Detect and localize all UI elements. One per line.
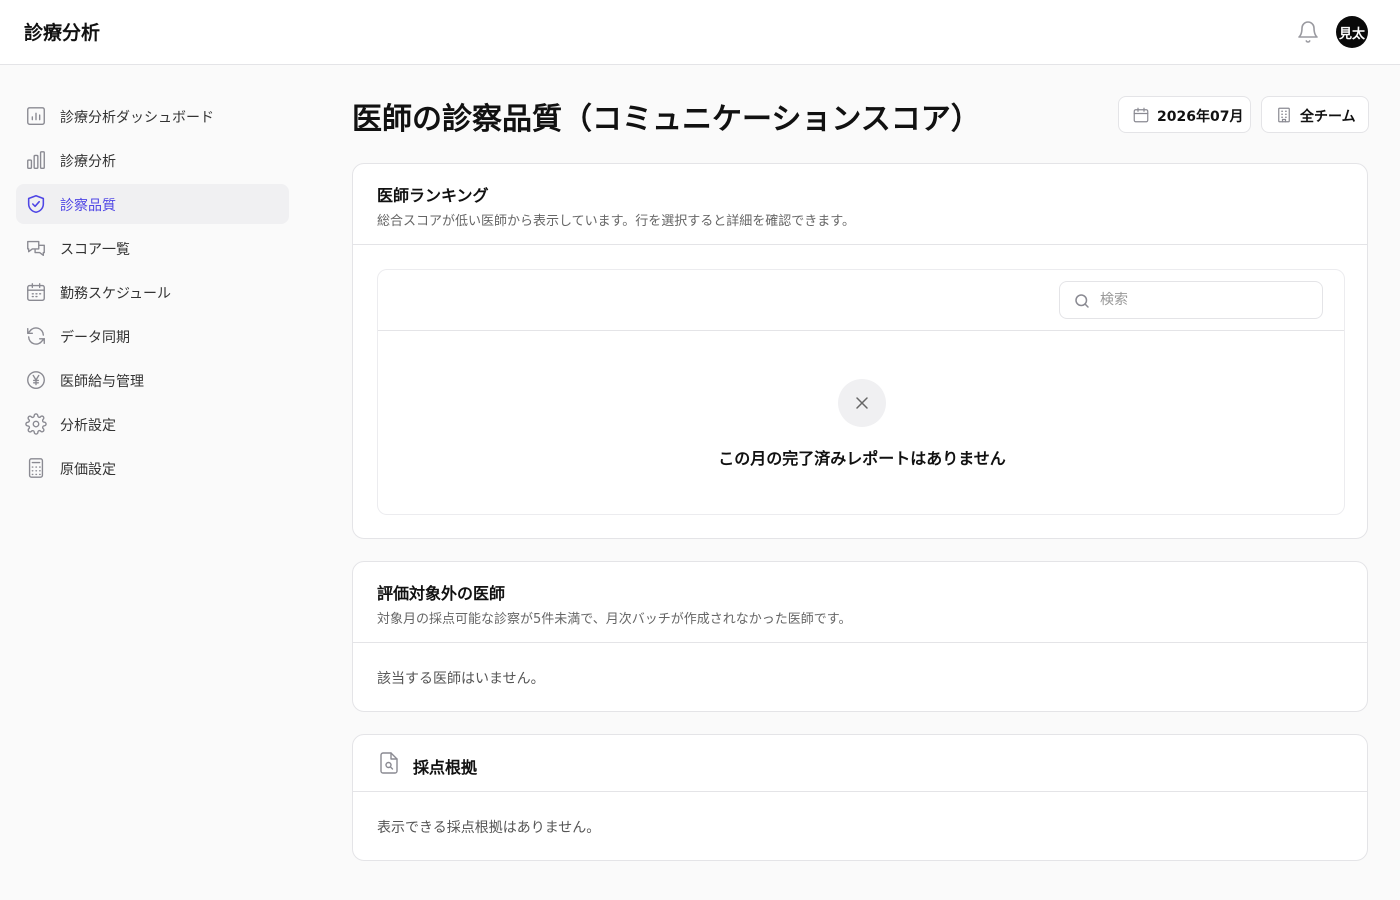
divider: [353, 791, 1367, 792]
close-icon: [856, 397, 868, 409]
sidebar-item-dashboard[interactable]: 診療分析ダッシュボード: [16, 96, 289, 136]
search-icon: [1075, 294, 1089, 308]
empty-state-icon: [838, 379, 886, 427]
rationale-card: 採点根拠 表示できる採点根拠はありません。: [352, 734, 1368, 861]
sidebar-item-label: 診療分析ダッシュボード: [60, 110, 214, 126]
file-search-icon: [380, 752, 398, 774]
page-title: 医師の診察品質（コミュニケーションスコア）: [352, 102, 981, 137]
sidebar: 診療分析ダッシュボード 診療分析 診察品質 スコア一覧 勤務スケジュール データ…: [0, 65, 305, 900]
sidebar-item-label: 診療分析: [60, 154, 116, 170]
excluded-card: 評価対象外の医師 対象月の採点可能な診察が5件未満で、月次バッチが作成されなかっ…: [352, 561, 1368, 712]
gear-icon: [25, 413, 47, 435]
sidebar-item-salary[interactable]: 医師給与管理: [16, 360, 289, 400]
calendar-icon: [1133, 107, 1149, 123]
excluded-title: 評価対象外の医師: [377, 584, 506, 603]
sidebar-item-label: スコア一覧: [60, 242, 130, 258]
ranking-subtitle: 総合スコアが低い医師から表示しています。行を選択すると詳細を確認できます。: [377, 214, 856, 229]
rationale-title: 採点根拠: [413, 758, 478, 777]
team-selector[interactable]: 全チーム: [1261, 96, 1369, 133]
top-bar: 診療分析 見太: [0, 0, 1400, 65]
sidebar-item-cost[interactable]: 原価設定: [16, 448, 289, 488]
empty-state-message: この月の完了済みレポートはありません: [718, 449, 1006, 468]
sidebar-item-label: 勤務スケジュール: [60, 286, 172, 302]
ranking-title: 医師ランキング: [377, 186, 489, 205]
search-input[interactable]: [1100, 290, 1310, 310]
calendar-icon: [27, 283, 45, 301]
shield-check-icon: [27, 194, 45, 214]
sidebar-item-label: データ同期: [60, 330, 130, 346]
avatar[interactable]: 見太: [1336, 16, 1368, 48]
ranking-card: 医師ランキング 総合スコアが低い医師から表示しています。行を選択すると詳細を確認…: [352, 163, 1368, 539]
calculator-icon: [28, 458, 44, 478]
sidebar-item-quality[interactable]: 診察品質: [16, 184, 289, 224]
excluded-subtitle: 対象月の採点可能な診察が5件未満で、月次バッチが作成されなかった医師です。: [377, 612, 852, 627]
sidebar-item-label: 分析設定: [60, 418, 116, 434]
sidebar-item-settings[interactable]: 分析設定: [16, 404, 289, 444]
yen-icon: [27, 371, 45, 389]
sidebar-item-label: 医師給与管理: [60, 374, 144, 390]
refresh-icon: [27, 327, 45, 345]
sidebar-item-label: 原価設定: [60, 462, 116, 478]
building-icon: [1278, 107, 1290, 123]
chart-icon: [27, 107, 45, 125]
messages-icon: [27, 240, 45, 257]
divider: [353, 244, 1367, 245]
sidebar-item-label: 診察品質: [60, 198, 116, 214]
divider: [353, 642, 1367, 643]
bell-icon[interactable]: [1296, 20, 1320, 44]
search-field[interactable]: [1059, 281, 1323, 319]
ranking-table: この月の完了済みレポートはありません: [377, 269, 1345, 515]
sidebar-item-schedule[interactable]: 勤務スケジュール: [16, 272, 289, 312]
excluded-empty-message: 該当する医師はいません。: [377, 671, 545, 687]
team-label: 全チーム: [1300, 109, 1356, 125]
sidebar-item-sync[interactable]: データ同期: [16, 316, 289, 356]
divider: [378, 330, 1344, 331]
bar-chart-icon: [27, 151, 45, 169]
sidebar-item-analysis[interactable]: 診療分析: [16, 140, 289, 180]
month-selector[interactable]: 2026年07月: [1118, 96, 1251, 133]
app-title[interactable]: 診療分析: [24, 18, 100, 45]
sidebar-item-scores[interactable]: スコア一覧: [16, 228, 289, 268]
rationale-empty-message: 表示できる採点根拠はありません。: [377, 820, 601, 836]
month-label: 2026年07月: [1157, 109, 1244, 125]
